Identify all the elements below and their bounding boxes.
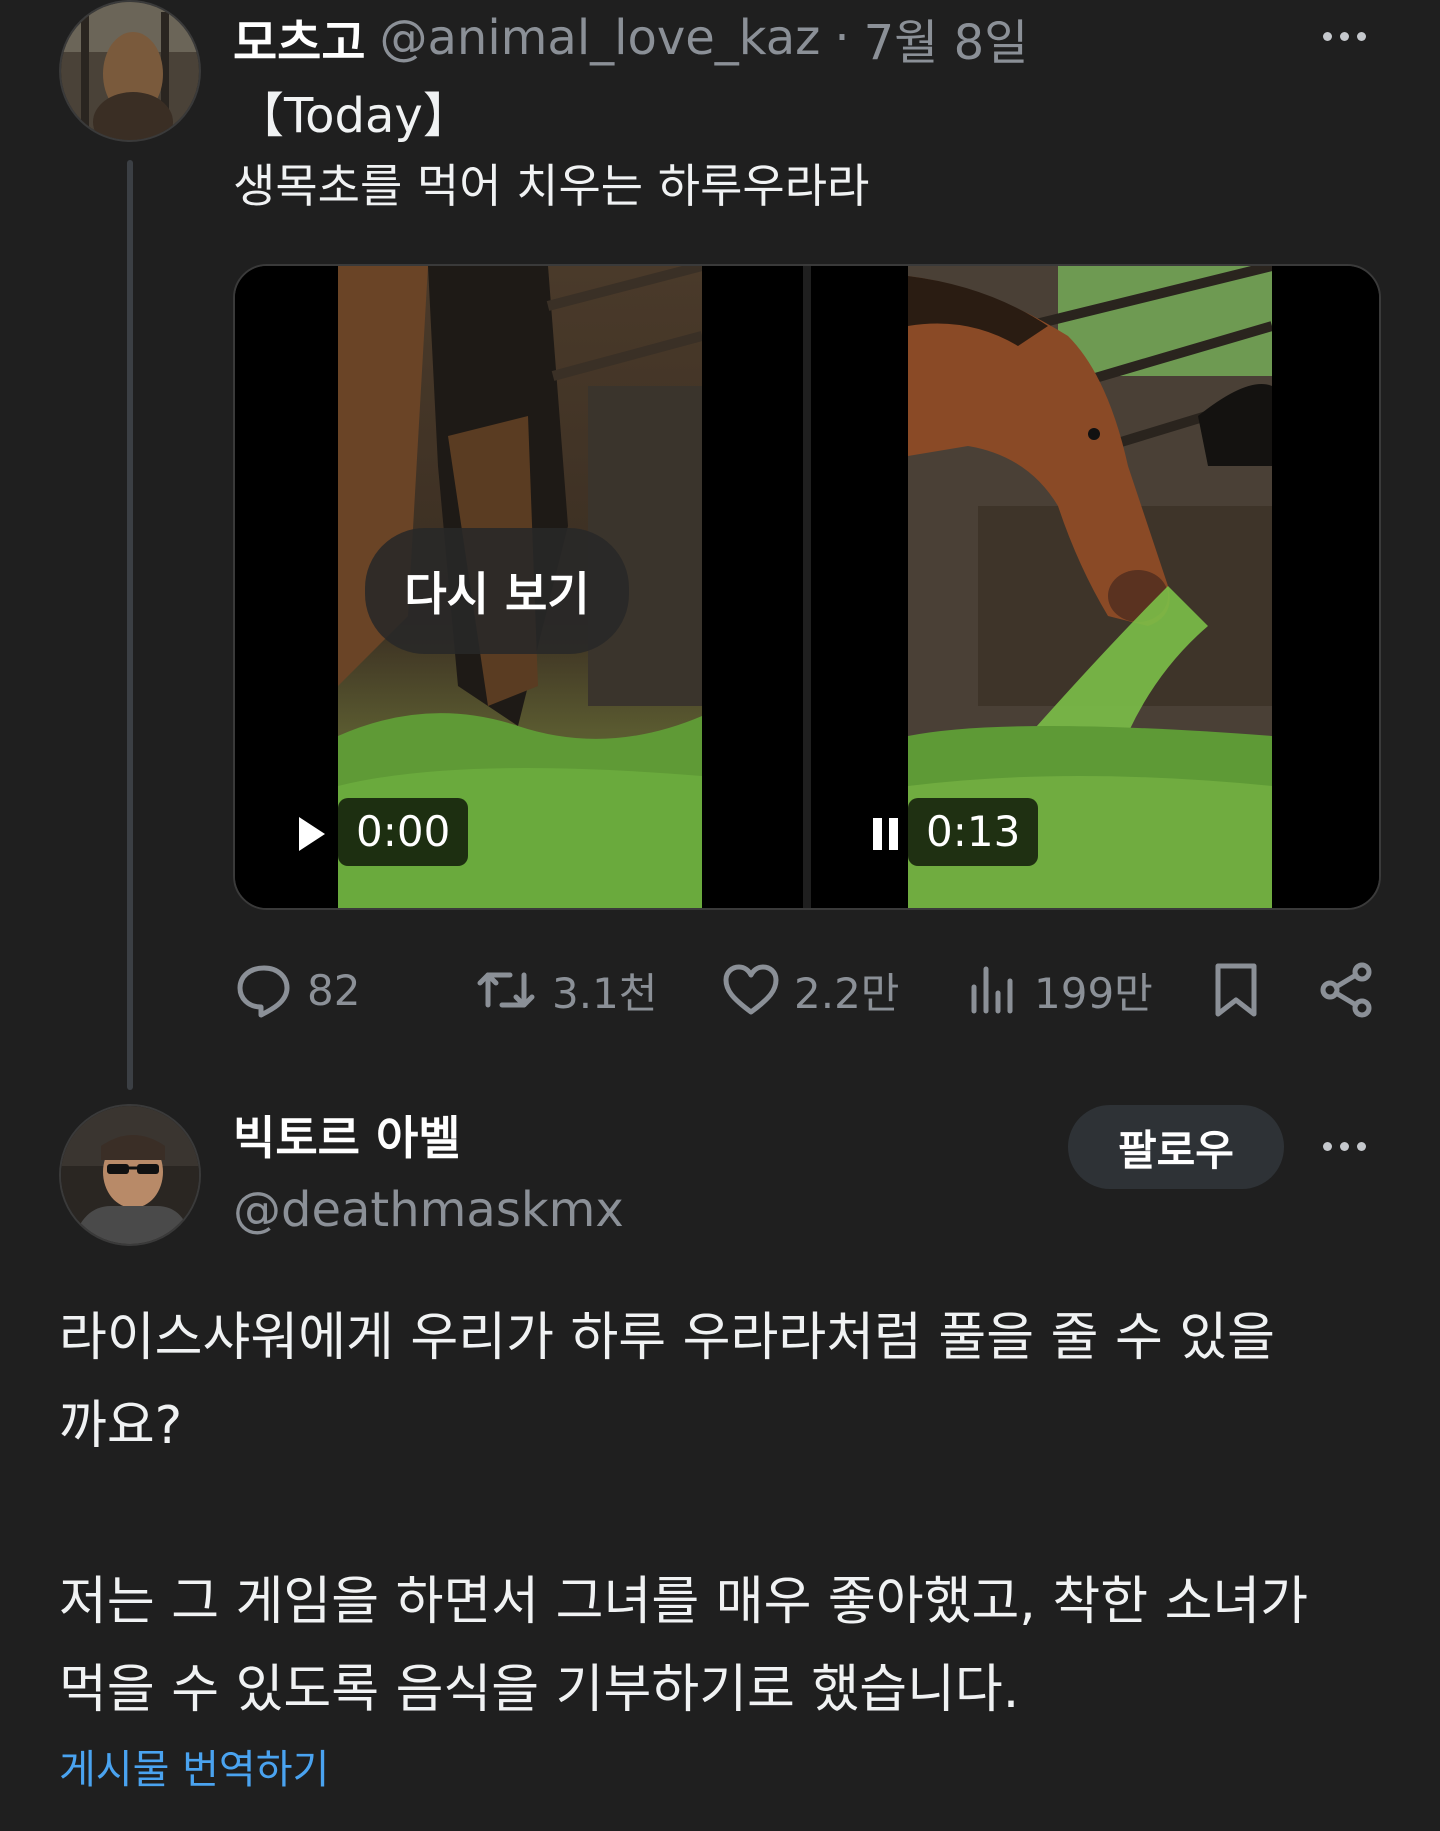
repost-count: 3.1천 (552, 968, 658, 1018)
reply-more-menu-icon[interactable] (1323, 1142, 1366, 1151)
author-handle[interactable]: @animal_love_kaz (379, 10, 820, 66)
reply-body: 라이스샤워에게 우리가 하루 우라라처럼 풀을 줄 수 있을 까요? 저는 그 … (59, 1294, 1429, 1734)
video-2-timestamp: 0:13 (908, 798, 1039, 866)
repost-icon (477, 972, 535, 1008)
reply-count: 82 (307, 965, 361, 1015)
reply-author-avatar[interactable] (59, 1104, 201, 1246)
share-button[interactable] (1318, 962, 1374, 1018)
bookmark-button[interactable] (1212, 962, 1260, 1018)
play-icon[interactable] (295, 814, 329, 854)
reply-author-display-name[interactable]: 빅토르 아벨 (233, 1108, 461, 1168)
post-action-bar: 82 3.1천 2.2만 199만 (0, 955, 1440, 1025)
bookmark-icon (1215, 963, 1257, 1017)
reply-button[interactable]: 82 (235, 962, 360, 1018)
post-header: 모츠고 @animal_love_kaz · 7월 8일 (233, 8, 1028, 71)
video-1-timestamp: 0:00 (338, 798, 469, 866)
post-text-line-2: 생목초를 먹어 치우는 하루우라라 (233, 159, 870, 213)
pause-icon[interactable] (869, 814, 903, 854)
media-grid: 다시 보기 0:00 0:13 (233, 264, 1381, 910)
avatar-photo (61, 2, 199, 140)
like-count: 2.2만 (794, 968, 900, 1018)
post-date[interactable]: 7월 8일 (864, 3, 1029, 73)
video-1[interactable]: 다시 보기 0:00 (235, 266, 807, 908)
header-separator: · (834, 10, 850, 66)
reply-text-line: 먹을 수 있도록 음식을 기부하기로 했습니다. (59, 1660, 1020, 1720)
replay-label: 다시 보기 (404, 567, 590, 621)
video-2[interactable]: 0:13 (811, 266, 1379, 908)
post-more-menu-icon[interactable] (1323, 32, 1366, 41)
views-button[interactable]: 199만 (968, 960, 1153, 1021)
reply-text-line: 저는 그 게임을 하면서 그녀를 매우 좋아했고, 착한 소녀가 (59, 1572, 1309, 1632)
media-divider (803, 266, 811, 908)
views-bar-chart-icon (971, 966, 1013, 1014)
replay-button[interactable]: 다시 보기 (365, 528, 629, 654)
repost-button[interactable]: 3.1천 (474, 960, 657, 1021)
like-button[interactable]: 2.2만 (722, 960, 899, 1021)
views-count: 199만 (1034, 968, 1153, 1018)
avatar-photo (61, 1106, 199, 1244)
reply-bubble-icon (237, 965, 290, 1018)
reply-text-line: 까요? (59, 1396, 183, 1456)
author-display-name[interactable]: 모츠고 (233, 3, 365, 73)
post-text-line-1: 【Today】 (236, 88, 471, 144)
reply-text-line: 라이스샤워에게 우리가 하루 우라라처럼 풀을 줄 수 있을 (59, 1308, 1276, 1368)
heart-icon (723, 964, 779, 1015)
reply-author-handle[interactable]: @deathmaskmx (233, 1180, 624, 1240)
follow-button[interactable]: 팔로우 (1068, 1105, 1284, 1189)
translate-post-link[interactable]: 게시물 번역하기 (59, 1742, 329, 1798)
author-avatar[interactable] (59, 0, 201, 142)
thread-connector-line (127, 160, 133, 1090)
share-icon (1320, 962, 1372, 1018)
